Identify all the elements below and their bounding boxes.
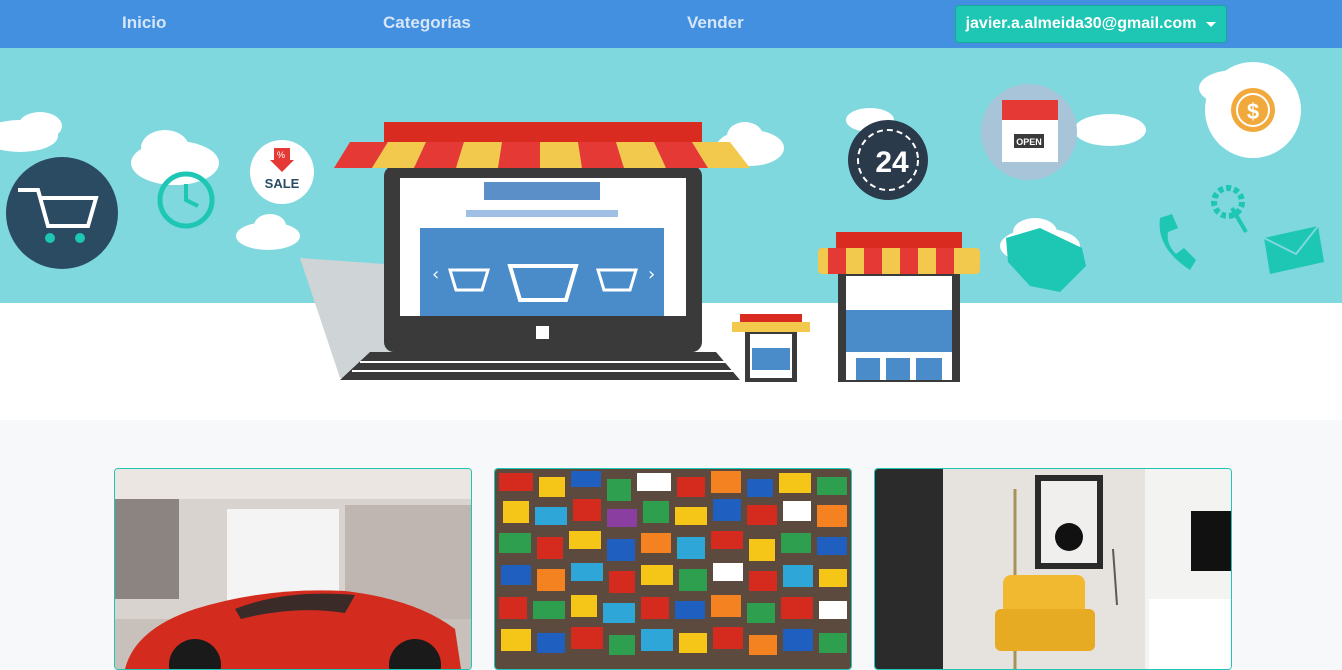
cart-icon (6, 157, 118, 269)
lego-bricks-image (495, 469, 851, 669)
coin-symbol: $ (1247, 99, 1259, 124)
nav-link-vender[interactable]: Vender (687, 13, 744, 33)
nav-link-categorias[interactable]: Categorías (383, 13, 471, 33)
open-shop-icon: OPEN (981, 84, 1077, 180)
product-card-car[interactable] (114, 468, 472, 670)
24-hours-label: 24 (875, 146, 909, 179)
laptop-storefront: ‹ › (334, 122, 750, 380)
armchair-image (875, 469, 1231, 669)
online-store-illustration: % SALE ‹ › 24 OPEN $ (0, 48, 1342, 382)
hero-banner: % SALE ‹ › 24 OPEN $ (0, 48, 1342, 420)
percent-label: % (277, 150, 285, 160)
dollar-coin-icon: $ (1205, 62, 1301, 158)
user-account-dropdown[interactable]: javier.a.almeida30@gmail.com (955, 5, 1227, 43)
product-card-armchair[interactable] (874, 468, 1232, 670)
nav-link-inicio[interactable]: Inicio (122, 13, 166, 33)
car-image (115, 469, 471, 669)
open-sign-label: OPEN (1016, 137, 1042, 147)
product-card-lego[interactable] (494, 468, 852, 670)
caret-down-icon (1206, 21, 1217, 27)
sale-badge-icon: % SALE (250, 140, 314, 204)
mobile-storefront-small (732, 314, 810, 382)
top-navbar: Inicio Categorías Vender javier.a.almeid… (0, 0, 1342, 48)
24-hours-icon: 24 (848, 120, 928, 200)
sale-label: SALE (265, 176, 300, 191)
user-email: javier.a.almeida30@gmail.com (965, 15, 1197, 32)
product-cards (0, 420, 1342, 670)
svg-text:‹: ‹ (432, 264, 439, 285)
mobile-storefront-large (818, 232, 980, 382)
svg-text:›: › (648, 264, 655, 285)
